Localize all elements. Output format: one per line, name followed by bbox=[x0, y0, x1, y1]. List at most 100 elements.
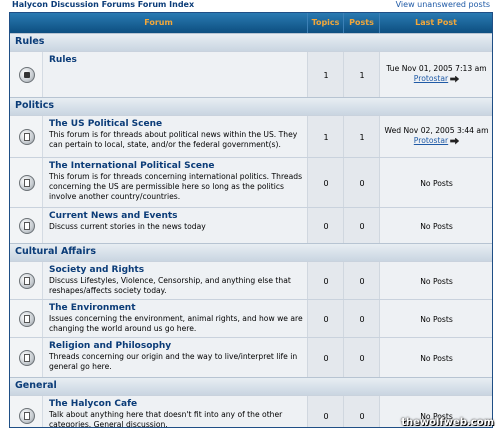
header-topics: Topics bbox=[307, 13, 343, 33]
forum-description: Talk about anything here that doesn't fi… bbox=[49, 410, 283, 428]
forum-info: Religion and Philosophy Threads concerni… bbox=[43, 338, 307, 377]
forum-table: Forum Topics Posts Last Post Rules Rules… bbox=[9, 12, 493, 428]
posts-value: 1 bbox=[359, 133, 365, 142]
posts-count: 1 bbox=[343, 52, 379, 97]
category-politics[interactable]: Politics bbox=[10, 97, 492, 115]
last-post-cell: No Posts bbox=[379, 158, 492, 207]
no-posts-text: No Posts bbox=[420, 179, 453, 188]
forum-info: The International Political Scene This f… bbox=[43, 158, 307, 207]
forum-icon-cell bbox=[10, 208, 43, 243]
unanswered-posts-link[interactable]: View unanswered posts bbox=[396, 0, 490, 9]
forum-description: Discuss current stories in the news toda… bbox=[49, 222, 206, 231]
folder-icon bbox=[19, 408, 35, 424]
category-label[interactable]: Rules bbox=[15, 36, 44, 47]
forum-row: The International Political Scene This f… bbox=[10, 157, 492, 207]
posts-count: 0 bbox=[343, 208, 379, 243]
forum-row: The Environment Issues concerning the en… bbox=[10, 299, 492, 337]
posts-count: 0 bbox=[343, 158, 379, 207]
last-post-cell: Wed Nov 02, 2005 3:44 am Protostar bbox=[379, 116, 492, 157]
folder-icon bbox=[19, 175, 35, 191]
forum-link[interactable]: The International Political Scene bbox=[49, 161, 215, 171]
forum-link[interactable]: Current News and Events bbox=[49, 211, 178, 221]
forum-icon-cell bbox=[10, 116, 43, 157]
topics-value: 0 bbox=[323, 179, 329, 188]
forum-link[interactable]: Society and Rights bbox=[49, 265, 144, 275]
folder-icon bbox=[19, 311, 35, 327]
last-post-user-link[interactable]: Protostar bbox=[414, 74, 448, 83]
folder-icon bbox=[19, 273, 35, 289]
view-latest-post-icon[interactable] bbox=[450, 75, 460, 83]
posts-value: 0 bbox=[359, 315, 365, 324]
posts-value: 0 bbox=[359, 277, 365, 286]
posts-count: 1 bbox=[343, 116, 379, 157]
topics-count: 1 bbox=[307, 116, 343, 157]
forum-link[interactable]: Rules bbox=[49, 55, 77, 65]
topics-count: 0 bbox=[307, 158, 343, 207]
posts-value: 1 bbox=[359, 71, 365, 80]
forum-description: Discuss Lifestyles, Violence, Censorship… bbox=[49, 276, 291, 295]
forum-info: The US Political Scene This forum is for… bbox=[43, 116, 307, 157]
forum-info: Current News and Events Discuss current … bbox=[43, 208, 307, 243]
watermark: thewolfweb.com bbox=[401, 417, 494, 428]
no-posts-text: No Posts bbox=[420, 222, 453, 231]
category-label[interactable]: Politics bbox=[15, 100, 54, 111]
view-latest-post-icon[interactable] bbox=[450, 137, 460, 145]
top-bar: Halycon Discussion Forums Forum Index Vi… bbox=[0, 0, 500, 12]
no-posts-text: No Posts bbox=[420, 277, 453, 286]
posts-count: 0 bbox=[343, 396, 379, 427]
forum-row: Rules 1 1 Tue Nov 01, 2005 7:13 am Proto… bbox=[10, 51, 492, 97]
category-cultural-affairs[interactable]: Cultural Affairs bbox=[10, 243, 492, 261]
forum-info: Rules bbox=[43, 52, 307, 97]
forum-icon-cell bbox=[10, 338, 43, 377]
category-rules[interactable]: Rules bbox=[10, 33, 492, 51]
no-posts-text: No Posts bbox=[420, 315, 453, 324]
posts-count: 0 bbox=[343, 300, 379, 337]
folder-icon bbox=[19, 350, 35, 366]
header-forum: Forum bbox=[144, 18, 173, 27]
topics-value: 0 bbox=[323, 315, 329, 324]
posts-value: 0 bbox=[359, 222, 365, 231]
last-post-date: Tue Nov 01, 2005 7:13 am bbox=[386, 64, 487, 73]
last-post-date: Wed Nov 02, 2005 3:44 am bbox=[384, 126, 489, 135]
forum-row: Religion and Philosophy Threads concerni… bbox=[10, 337, 492, 377]
forum-icon-cell bbox=[10, 158, 43, 207]
topics-count: 0 bbox=[307, 208, 343, 243]
forum-link[interactable]: The Environment bbox=[49, 303, 136, 313]
forum-link[interactable]: The Halycon Cafe bbox=[49, 399, 137, 409]
forum-description: This forum is for threads concerning int… bbox=[49, 172, 303, 201]
posts-count: 0 bbox=[343, 338, 379, 377]
topics-count: 0 bbox=[307, 300, 343, 337]
topics-count: 1 bbox=[307, 52, 343, 97]
forum-info: Society and Rights Discuss Lifestyles, V… bbox=[43, 262, 307, 299]
folder-icon bbox=[19, 218, 35, 234]
forum-icon-cell bbox=[10, 52, 43, 97]
last-post-user-link[interactable]: Protostar bbox=[414, 136, 448, 145]
category-general[interactable]: General bbox=[10, 377, 492, 395]
topics-value: 0 bbox=[323, 412, 329, 421]
topics-count: 0 bbox=[307, 338, 343, 377]
posts-value: 0 bbox=[359, 354, 365, 363]
forum-icon-cell bbox=[10, 262, 43, 299]
forum-row: Current News and Events Discuss current … bbox=[10, 207, 492, 243]
last-post-cell: No Posts bbox=[379, 300, 492, 337]
last-post-cell: No Posts bbox=[379, 262, 492, 299]
forum-icon-cell bbox=[10, 396, 43, 427]
header-posts: Posts bbox=[343, 13, 379, 33]
forum-icon-cell bbox=[10, 300, 43, 337]
topics-count: 0 bbox=[307, 262, 343, 299]
forum-link[interactable]: The US Political Scene bbox=[49, 119, 162, 129]
table-header: Forum Topics Posts Last Post bbox=[10, 13, 492, 33]
topics-value: 0 bbox=[323, 222, 329, 231]
category-label[interactable]: Cultural Affairs bbox=[15, 246, 96, 257]
forum-row: Society and Rights Discuss Lifestyles, V… bbox=[10, 261, 492, 299]
topics-value: 0 bbox=[323, 277, 329, 286]
forum-info: The Halycon Cafe Talk about anything her… bbox=[43, 396, 307, 428]
last-post-cell: No Posts bbox=[379, 338, 492, 377]
forum-index-link[interactable]: Halycon Discussion Forums Forum Index bbox=[12, 0, 194, 9]
posts-count: 0 bbox=[343, 262, 379, 299]
category-label[interactable]: General bbox=[15, 380, 57, 391]
posts-value: 0 bbox=[359, 179, 365, 188]
forum-link[interactable]: Religion and Philosophy bbox=[49, 341, 171, 351]
forum-description: This forum is for threads about politica… bbox=[49, 130, 298, 149]
forum-description: Threads concerning our origin and the wa… bbox=[49, 352, 298, 371]
